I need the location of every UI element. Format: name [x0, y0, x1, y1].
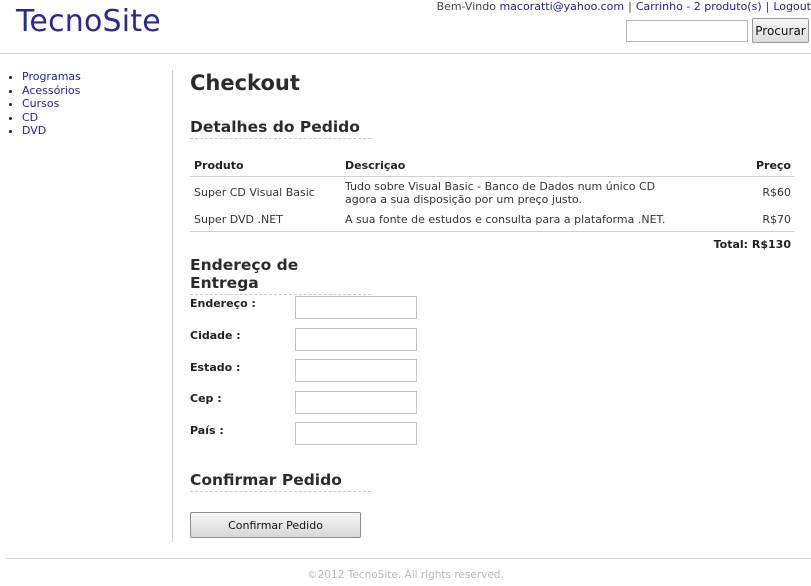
- product-price: R$60: [762, 186, 791, 200]
- state-label: Estado :: [190, 361, 241, 374]
- order-total: Total: R$130: [713, 238, 791, 251]
- order-details-heading: Detalhes do Pedido: [190, 118, 371, 139]
- product-name: Super CD Visual Basic: [194, 186, 315, 200]
- sidebar-item-acessorios: Acessórios: [22, 84, 172, 98]
- logout-link[interactable]: Logout: [773, 0, 811, 13]
- shipping-address-heading: Endereço de Entrega: [190, 256, 371, 295]
- column-header-price: Preço: [715, 156, 795, 177]
- site-logo[interactable]: TecnoSite: [16, 4, 161, 39]
- description-line: Tudo sobre Visual Basic - Banco de Dados…: [345, 179, 656, 193]
- city-label: Cidade :: [190, 329, 241, 342]
- sidebar-link-cursos[interactable]: Cursos: [22, 97, 59, 110]
- footer-copyright: ©2012 TecnoSite. All rights reserved.: [307, 569, 504, 581]
- separator: |: [765, 0, 770, 13]
- user-bar: Bem-Vindo macoratti@yahoo.com | Carrinho -…: [437, 0, 811, 13]
- zip-label: Cep :: [190, 392, 222, 405]
- sidebar-item-dvd: DVD: [22, 124, 172, 138]
- sidebar-item-cursos: Cursos: [22, 97, 172, 111]
- country-label: País :: [190, 424, 224, 437]
- sidebar-link-dvd[interactable]: DVD: [22, 124, 46, 137]
- country-input[interactable]: [295, 422, 417, 445]
- sidebar-link-cd[interactable]: CD: [22, 111, 38, 124]
- header: TecnoSite Bem-Vindo macoratti@yahoo.com |…: [0, 0, 811, 54]
- description-line: agora a sua disposição por um preço just…: [345, 192, 582, 206]
- confirm-order-heading: Confirmar Pedido: [190, 471, 371, 492]
- user-email-link[interactable]: macoratti@yahoo.com: [499, 0, 624, 13]
- separator: |: [628, 0, 632, 13]
- column-header-product: Produto: [190, 156, 341, 177]
- address-input[interactable]: [295, 296, 417, 319]
- table-header-row: Produto Descriçao Preço: [190, 156, 795, 177]
- table-row: Super CD Visual Basic Tudo sobre Visual …: [190, 176, 795, 209]
- zip-input[interactable]: [295, 391, 417, 414]
- city-input[interactable]: [295, 328, 417, 351]
- footer-divider: [6, 558, 811, 559]
- product-name: Super DVD .NET: [190, 209, 341, 232]
- confirm-order-button[interactable]: Confirmar Pedido: [190, 512, 361, 538]
- sidebar-link-acessorios[interactable]: Acessórios: [22, 84, 80, 97]
- page-title: Checkout: [190, 71, 300, 95]
- product-price: R$70: [715, 209, 795, 232]
- address-label: Endereço :: [190, 297, 256, 310]
- cart-link[interactable]: Carrinho - 2 produto(s): [636, 0, 762, 13]
- product-description: A sua fonte de estudos e consulta para a…: [341, 209, 715, 232]
- column-header-description: Descriçao: [341, 156, 715, 177]
- product-description: Tudo sobre Visual Basic - Banco de Dados…: [341, 176, 715, 209]
- state-input[interactable]: [295, 359, 417, 382]
- category-sidebar: Programas Acessórios Cursos CD DVD: [0, 70, 173, 542]
- welcome-text: Bem-Vindo: [436, 0, 496, 13]
- search-button[interactable]: Procurar: [752, 18, 809, 43]
- sidebar-item-programas: Programas: [22, 70, 172, 84]
- sidebar-item-cd: CD: [22, 111, 172, 125]
- table-row: Super DVD .NET A sua fonte de estudos e …: [190, 209, 795, 232]
- order-table: Produto Descriçao Preço Super CD Visual …: [190, 156, 795, 232]
- sidebar-link-programas[interactable]: Programas: [22, 70, 81, 83]
- category-list: Programas Acessórios Cursos CD DVD: [0, 70, 172, 138]
- search-input[interactable]: [626, 20, 748, 42]
